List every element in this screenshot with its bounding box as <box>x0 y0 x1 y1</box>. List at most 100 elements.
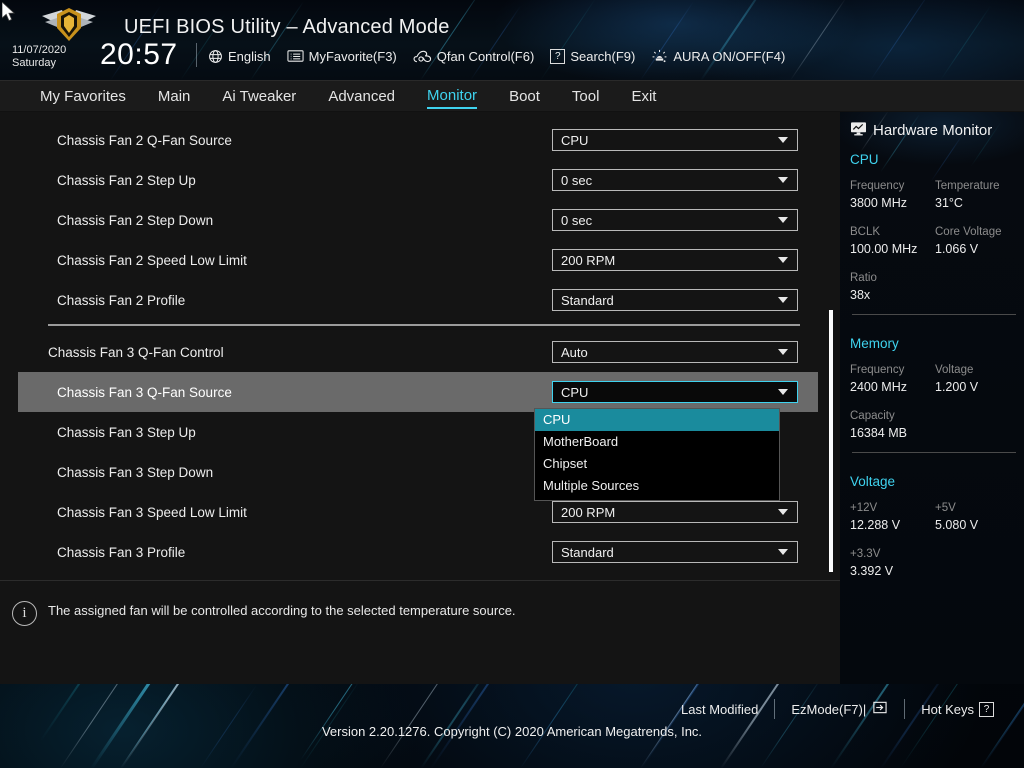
last-modified-label: Last Modified <box>681 701 759 717</box>
help-bar: i The assigned fan will be controlled ac… <box>0 580 840 684</box>
sidebar-metric: Frequency 3800 MHz <box>850 178 935 212</box>
footer-links: Last Modified EzMode(F7)| Hot Keys ? <box>665 698 1010 720</box>
sidebar-metric: +5V 5.080 V <box>935 500 1020 534</box>
setting-label: Chassis Fan 3 Profile <box>57 544 186 560</box>
clock-display: 20:57 <box>100 38 178 71</box>
sidebar-title: Hardware Monitor <box>850 121 992 140</box>
sidebar-divider <box>852 452 1016 453</box>
setting-value-combobox[interactable]: 0 sec <box>552 169 798 191</box>
sidebar-metric-group: +12V 12.288 V +5V 5.080 V <box>850 500 1020 534</box>
tuf-gaming-logo <box>36 4 102 46</box>
setting-row[interactable]: Chassis Fan 2 Q-Fan Source CPU <box>0 120 840 160</box>
dropdown-option[interactable]: CPU <box>535 409 779 431</box>
setting-row[interactable]: Chassis Fan 3 Q-Fan Source CPU <box>18 372 818 412</box>
setting-value-text: Standard <box>561 544 614 560</box>
sidebar-section-title: Voltage <box>850 474 896 489</box>
toolbar-item-myfavorite[interactable]: MyFavorite(F3) <box>287 49 397 64</box>
toolbar-label-myfavorite: MyFavorite(F3) <box>308 48 397 64</box>
footer-bar: Last Modified EzMode(F7)| Hot Keys ? Ver… <box>0 684 1024 768</box>
setting-value-text: Standard <box>561 292 614 308</box>
sidebar-section-memory: Memory Frequency 2400 MHz Voltage 1.200 V Cap… <box>850 336 1020 454</box>
toolbar-item-qfan-control[interactable]: Qfan Control(F6) <box>413 49 534 64</box>
sidebar-metric: Capacity 16384 MB <box>850 408 936 442</box>
chevron-down-icon <box>778 549 788 555</box>
section-separator <box>48 324 800 326</box>
setting-value-combobox[interactable]: Standard <box>552 541 798 563</box>
sidebar-metric-key: +3.3V <box>850 548 881 560</box>
page-title: UEFI BIOS Utility – Advanced Mode <box>124 16 450 38</box>
datetime-block: 11/07/2020 Saturday 20:57 <box>12 38 212 78</box>
setting-value-text: CPU <box>561 384 589 400</box>
tab-boot[interactable]: Boot <box>509 87 540 107</box>
tab-advanced[interactable]: Advanced <box>328 87 395 107</box>
setting-value-combobox[interactable]: CPU <box>552 381 798 403</box>
setting-label: Chassis Fan 2 Speed Low Limit <box>57 252 247 268</box>
question-box-icon: ? <box>550 48 566 64</box>
setting-label: Chassis Fan 3 Step Up <box>57 424 196 440</box>
tab-monitor[interactable]: Monitor <box>427 86 478 109</box>
sidebar-section-voltage: Voltage +12V 12.288 V +5V 5.080 V +3.3V 3.392 … <box>850 474 1020 592</box>
hotkeys-label: Hot Keys <box>921 701 974 717</box>
toolbar-item-search[interactable]: ? Search(F9) <box>550 48 636 64</box>
dropdown-option[interactable]: MotherBoard <box>535 431 779 453</box>
toolbar-item-aura[interactable]: AURA ON/OFF(F4) <box>651 49 785 64</box>
last-modified-button[interactable]: Last Modified <box>665 702 774 717</box>
version-text: Version 2.20.1276. Copyright (C) 2020 Am… <box>321 724 703 739</box>
qfan-source-dropdown-menu[interactable]: CPU MotherBoard Chipset Multiple Sources <box>534 408 780 501</box>
setting-value-combobox[interactable]: 0 sec <box>552 209 798 231</box>
dropdown-option[interactable]: Chipset <box>535 453 779 475</box>
sidebar-section-title: Memory <box>850 336 899 351</box>
question-box-icon: ? <box>979 701 994 717</box>
ezmode-button[interactable]: EzMode(F7)| <box>775 700 904 718</box>
sidebar-metric-key: Temperature <box>935 180 1000 192</box>
setting-value-combobox[interactable]: 200 RPM <box>552 501 798 523</box>
hotkeys-button[interactable]: Hot Keys ? <box>905 701 1010 717</box>
tab-my-favorites[interactable]: My Favorites <box>40 87 126 107</box>
chevron-down-icon <box>778 389 788 395</box>
sidebar-metric: Core Voltage 1.066 V <box>935 224 1020 258</box>
navigation-bar: My Favorites Main Ai Tweaker Advanced Monito… <box>0 80 1024 112</box>
sidebar-metric-group: Frequency 2400 MHz Voltage 1.200 V <box>850 362 1020 396</box>
sidebar-divider <box>852 314 1016 315</box>
sidebar-metric-key: Voltage <box>935 364 974 376</box>
tab-ai-tweaker[interactable]: Ai Tweaker <box>222 87 296 107</box>
setting-row[interactable]: Chassis Fan 2 Step Up 0 sec <box>0 160 840 200</box>
setting-row[interactable]: Chassis Fan 2 Step Down 0 sec <box>0 200 840 240</box>
setting-value-combobox[interactable]: Auto <box>552 341 798 363</box>
hardware-monitor-sidebar: Hardware Monitor CPU Frequency 3800 MHz Tem… <box>840 112 1024 684</box>
setting-row[interactable]: Chassis Fan 3 Q-Fan Control Auto <box>0 332 840 372</box>
setting-value-text: CPU <box>561 132 589 148</box>
setting-row[interactable]: Chassis Fan 2 Profile Standard <box>0 280 840 320</box>
toolbar-item-language[interactable]: English <box>208 49 271 64</box>
sidebar-metric: Frequency 2400 MHz <box>850 362 935 396</box>
toolbar-label-language: English <box>228 48 271 64</box>
tab-main[interactable]: Main <box>158 87 191 107</box>
toolbar-label-aura: AURA ON/OFF(F4) <box>673 48 786 64</box>
tab-tool[interactable]: Tool <box>572 87 600 107</box>
sidebar-metric-value: 5.080 V <box>935 518 979 532</box>
toolbar-label-search: Search(F9) <box>570 48 636 64</box>
ezmode-label: EzMode(F7)| <box>791 701 867 717</box>
sidebar-metric-group: Ratio 38x <box>850 270 1020 304</box>
dropdown-option[interactable]: Multiple Sources <box>535 475 779 497</box>
weekday-value: Saturday <box>12 57 57 69</box>
sidebar-section-title: CPU <box>850 152 879 167</box>
sidebar-metric: Voltage 1.200 V <box>935 362 1020 396</box>
setting-row[interactable]: Chassis Fan 2 Speed Low Limit 200 RPM <box>0 240 840 280</box>
globe-icon <box>208 49 223 64</box>
setting-value-combobox[interactable]: Standard <box>552 289 798 311</box>
setting-value-combobox[interactable]: 200 RPM <box>552 249 798 271</box>
chevron-down-icon <box>778 177 788 183</box>
chevron-down-icon <box>778 509 788 515</box>
setting-value-combobox[interactable]: CPU <box>552 129 798 151</box>
mouse-cursor <box>1 1 18 29</box>
setting-row[interactable]: Chassis Fan 3 Profile Standard <box>0 532 840 572</box>
scrollbar-thumb[interactable] <box>829 310 833 572</box>
setting-label: Chassis Fan 3 Q-Fan Source <box>57 384 232 400</box>
sidebar-metric: +3.3V 3.392 V <box>850 546 936 580</box>
sidebar-metric-value: 1.200 V <box>935 380 979 394</box>
chevron-down-icon <box>778 137 788 143</box>
tab-exit[interactable]: Exit <box>631 87 656 107</box>
sidebar-metric-group: BCLK 100.00 MHz Core Voltage 1.066 V <box>850 224 1020 258</box>
date-display: 11/07/2020 Saturday <box>12 44 66 70</box>
